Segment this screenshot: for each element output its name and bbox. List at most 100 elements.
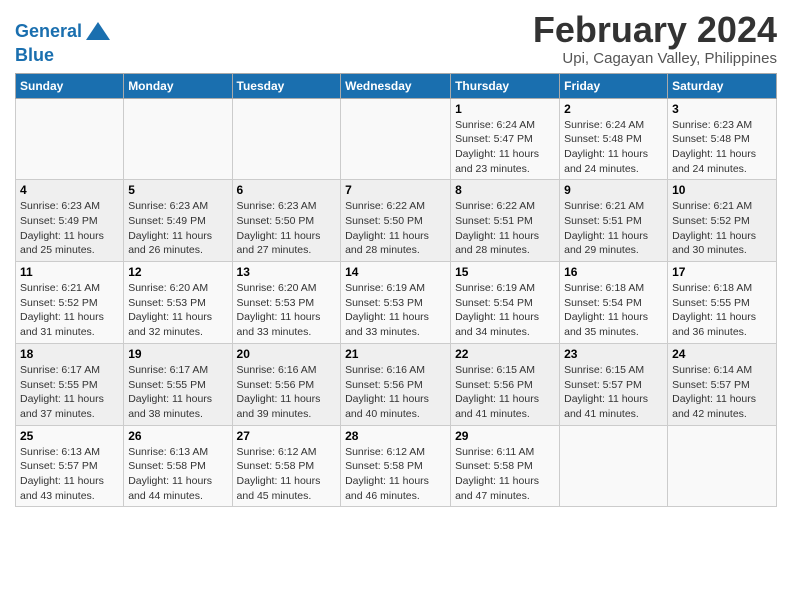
day-number: 24 [672, 347, 772, 361]
day-info: Sunrise: 6:12 AM Sunset: 5:58 PM Dayligh… [237, 445, 337, 504]
calendar-cell: 6 Sunrise: 6:23 AM Sunset: 5:50 PM Daylig… [232, 180, 341, 262]
calendar-cell [341, 98, 451, 180]
calendar-cell: 23 Sunrise: 6:15 AM Sunset: 5:57 PM Dayli… [560, 343, 668, 425]
day-info: Sunrise: 6:19 AM Sunset: 5:54 PM Dayligh… [455, 281, 555, 340]
calendar-cell: 10 Sunrise: 6:21 AM Sunset: 5:52 PM Dayli… [668, 180, 777, 262]
day-number: 25 [20, 429, 119, 443]
calendar-cell: 25 Sunrise: 6:13 AM Sunset: 5:57 PM Dayli… [16, 425, 124, 507]
day-info: Sunrise: 6:12 AM Sunset: 5:58 PM Dayligh… [345, 445, 446, 504]
day-info: Sunrise: 6:23 AM Sunset: 5:48 PM Dayligh… [672, 118, 772, 177]
day-header-saturday: Saturday [668, 73, 777, 98]
calendar-week-row: 1Sunrise: 6:24 AM Sunset: 5:47 PM Daylig… [16, 98, 777, 180]
calendar-cell [668, 425, 777, 507]
day-header-monday: Monday [124, 73, 232, 98]
day-info: Sunrise: 6:16 AM Sunset: 5:56 PM Dayligh… [237, 363, 337, 422]
calendar-cell: 17 Sunrise: 6:18 AM Sunset: 5:55 PM Dayli… [668, 262, 777, 344]
logo: General Blue [15, 18, 112, 66]
day-info: Sunrise: 6:23 AM Sunset: 5:49 PM Dayligh… [20, 199, 119, 258]
day-info: Sunrise: 6:15 AM Sunset: 5:57 PM Dayligh… [564, 363, 663, 422]
calendar-cell: 11Sunrise: 6:21 AM Sunset: 5:52 PM Dayli… [16, 262, 124, 344]
day-number: 21 [345, 347, 446, 361]
day-info: Sunrise: 6:20 AM Sunset: 5:53 PM Dayligh… [128, 281, 227, 340]
title-area: February 2024 Upi, Cagayan Valley, Phili… [533, 10, 777, 67]
day-number: 9 [564, 183, 663, 197]
day-number: 23 [564, 347, 663, 361]
page-title: February 2024 [533, 10, 777, 50]
day-number: 29 [455, 429, 555, 443]
day-number: 8 [455, 183, 555, 197]
calendar-cell: 27 Sunrise: 6:12 AM Sunset: 5:58 PM Dayli… [232, 425, 341, 507]
day-number: 22 [455, 347, 555, 361]
calendar-cell: 21 Sunrise: 6:16 AM Sunset: 5:56 PM Dayli… [341, 343, 451, 425]
day-number: 19 [128, 347, 227, 361]
day-number: 27 [237, 429, 337, 443]
day-info: Sunrise: 6:22 AM Sunset: 5:50 PM Dayligh… [345, 199, 446, 258]
calendar-cell: 24 Sunrise: 6:14 AM Sunset: 5:57 PM Dayli… [668, 343, 777, 425]
header: General Blue February 2024 Upi, Cagayan … [15, 10, 777, 67]
calendar-cell: 2 Sunrise: 6:24 AM Sunset: 5:48 PM Daylig… [560, 98, 668, 180]
day-header-thursday: Thursday [451, 73, 560, 98]
day-number: 20 [237, 347, 337, 361]
day-number: 7 [345, 183, 446, 197]
day-header-sunday: Sunday [16, 73, 124, 98]
calendar-week-row: 4 Sunrise: 6:23 AM Sunset: 5:49 PM Daylig… [16, 180, 777, 262]
day-info: Sunrise: 6:13 AM Sunset: 5:57 PM Dayligh… [20, 445, 119, 504]
day-info: Sunrise: 6:23 AM Sunset: 5:50 PM Dayligh… [237, 199, 337, 258]
page-subtitle: Upi, Cagayan Valley, Philippines [533, 50, 777, 67]
calendar-cell: 5Sunrise: 6:23 AM Sunset: 5:49 PM Daylig… [124, 180, 232, 262]
calendar-cell [124, 98, 232, 180]
calendar-cell: 29 Sunrise: 6:11 AM Sunset: 5:58 PM Dayli… [451, 425, 560, 507]
logo-line2: Blue [15, 46, 112, 66]
day-info: Sunrise: 6:17 AM Sunset: 5:55 PM Dayligh… [20, 363, 119, 422]
calendar-table: SundayMondayTuesdayWednesdayThursdayFrid… [15, 73, 777, 508]
logo-icon [84, 18, 112, 46]
day-info: Sunrise: 6:24 AM Sunset: 5:48 PM Dayligh… [564, 118, 663, 177]
day-header-friday: Friday [560, 73, 668, 98]
calendar-cell: 1Sunrise: 6:24 AM Sunset: 5:47 PM Daylig… [451, 98, 560, 180]
day-number: 3 [672, 102, 772, 116]
day-header-tuesday: Tuesday [232, 73, 341, 98]
calendar-cell [560, 425, 668, 507]
day-number: 15 [455, 265, 555, 279]
day-info: Sunrise: 6:20 AM Sunset: 5:53 PM Dayligh… [237, 281, 337, 340]
day-number: 10 [672, 183, 772, 197]
day-number: 28 [345, 429, 446, 443]
calendar-cell: 16Sunrise: 6:18 AM Sunset: 5:54 PM Dayli… [560, 262, 668, 344]
day-info: Sunrise: 6:19 AM Sunset: 5:53 PM Dayligh… [345, 281, 446, 340]
calendar-week-row: 11Sunrise: 6:21 AM Sunset: 5:52 PM Dayli… [16, 262, 777, 344]
day-info: Sunrise: 6:15 AM Sunset: 5:56 PM Dayligh… [455, 363, 555, 422]
day-number: 2 [564, 102, 663, 116]
day-number: 6 [237, 183, 337, 197]
calendar-cell: 14 Sunrise: 6:19 AM Sunset: 5:53 PM Dayli… [341, 262, 451, 344]
calendar-cell: 26Sunrise: 6:13 AM Sunset: 5:58 PM Dayli… [124, 425, 232, 507]
day-info: Sunrise: 6:11 AM Sunset: 5:58 PM Dayligh… [455, 445, 555, 504]
day-number: 17 [672, 265, 772, 279]
calendar-cell: 9 Sunrise: 6:21 AM Sunset: 5:51 PM Daylig… [560, 180, 668, 262]
day-number: 13 [237, 265, 337, 279]
calendar-week-row: 25 Sunrise: 6:13 AM Sunset: 5:57 PM Dayli… [16, 425, 777, 507]
calendar-cell: 13 Sunrise: 6:20 AM Sunset: 5:53 PM Dayli… [232, 262, 341, 344]
day-info: Sunrise: 6:18 AM Sunset: 5:54 PM Dayligh… [564, 281, 663, 340]
day-info: Sunrise: 6:14 AM Sunset: 5:57 PM Dayligh… [672, 363, 772, 422]
day-info: Sunrise: 6:17 AM Sunset: 5:55 PM Dayligh… [128, 363, 227, 422]
logo-line1: General [15, 18, 112, 46]
day-number: 5 [128, 183, 227, 197]
day-info: Sunrise: 6:21 AM Sunset: 5:52 PM Dayligh… [20, 281, 119, 340]
day-number: 4 [20, 183, 119, 197]
calendar-cell [232, 98, 341, 180]
day-number: 12 [128, 265, 227, 279]
calendar-cell: 28 Sunrise: 6:12 AM Sunset: 5:58 PM Dayli… [341, 425, 451, 507]
day-number: 26 [128, 429, 227, 443]
day-header-wednesday: Wednesday [341, 73, 451, 98]
day-info: Sunrise: 6:16 AM Sunset: 5:56 PM Dayligh… [345, 363, 446, 422]
calendar-cell: 3 Sunrise: 6:23 AM Sunset: 5:48 PM Daylig… [668, 98, 777, 180]
day-info: Sunrise: 6:21 AM Sunset: 5:51 PM Dayligh… [564, 199, 663, 258]
calendar-cell: 15 Sunrise: 6:19 AM Sunset: 5:54 PM Dayli… [451, 262, 560, 344]
calendar-cell: 19 Sunrise: 6:17 AM Sunset: 5:55 PM Dayli… [124, 343, 232, 425]
day-number: 14 [345, 265, 446, 279]
day-number: 18 [20, 347, 119, 361]
calendar-cell: 18 Sunrise: 6:17 AM Sunset: 5:55 PM Dayli… [16, 343, 124, 425]
calendar-cell: 4 Sunrise: 6:23 AM Sunset: 5:49 PM Daylig… [16, 180, 124, 262]
day-info: Sunrise: 6:21 AM Sunset: 5:52 PM Dayligh… [672, 199, 772, 258]
day-info: Sunrise: 6:18 AM Sunset: 5:55 PM Dayligh… [672, 281, 772, 340]
